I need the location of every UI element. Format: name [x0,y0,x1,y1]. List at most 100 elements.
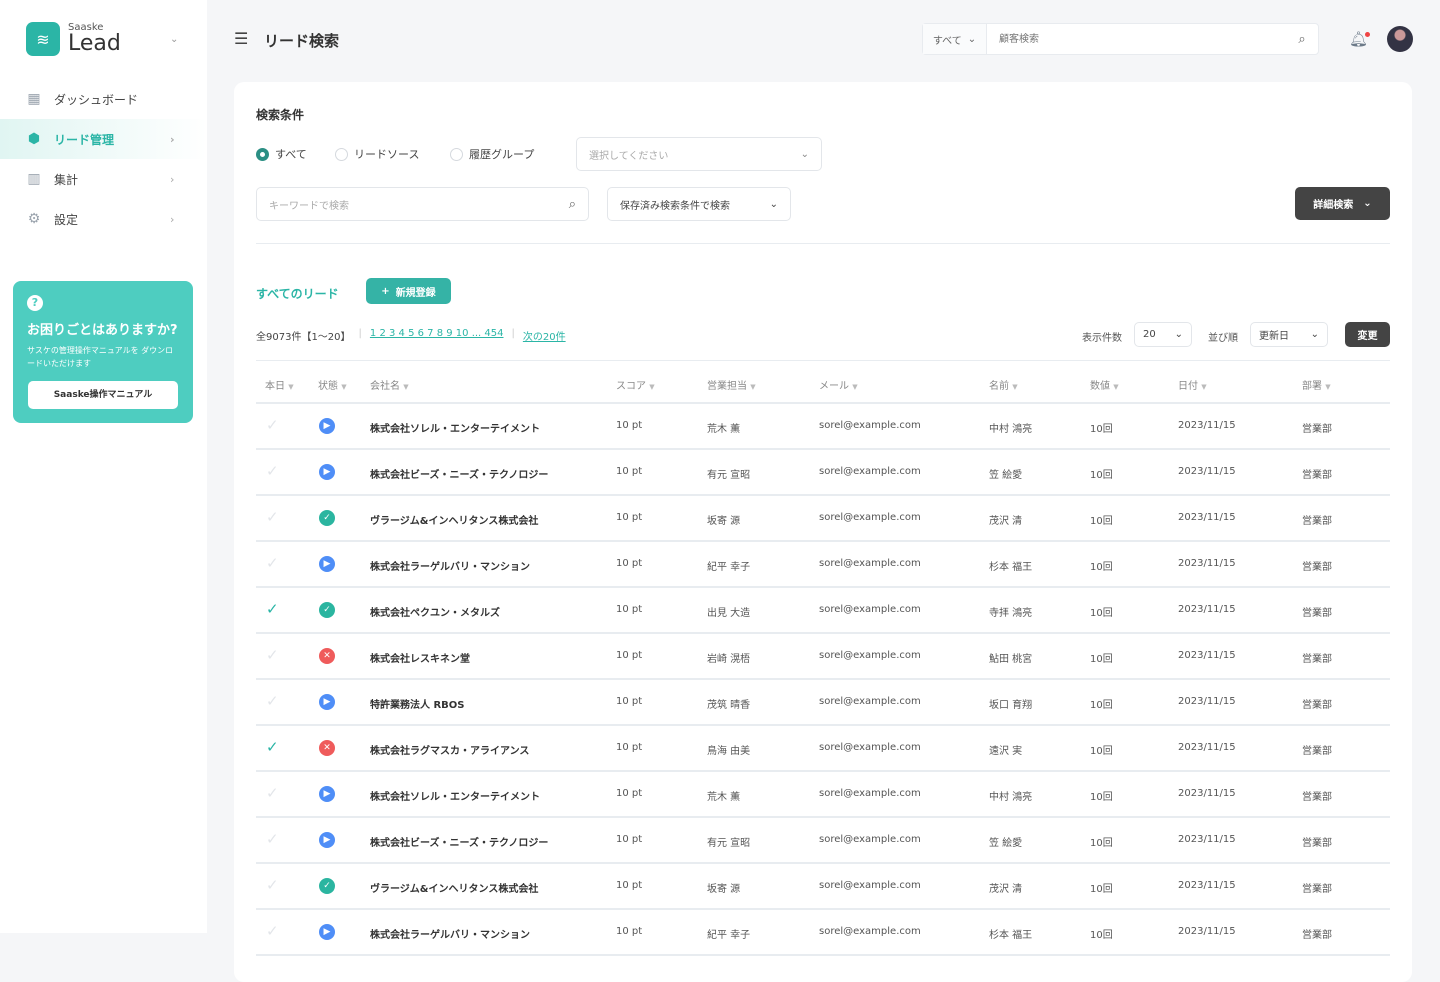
today-check-icon[interactable]: ✓ [266,462,279,480]
chevron-down-icon[interactable]: ⌄ [170,34,178,45]
today-check-icon[interactable]: ✓ [266,922,279,940]
table-row[interactable]: ✓ ▶ 株式会社ビーズ・ニーズ・テクノロジー 10 pt 有元 宣昭 sorel@exam… [256,818,1390,864]
avatar[interactable] [1387,26,1413,52]
sort-select[interactable]: 更新日 ⌄ [1250,322,1328,347]
today-check-icon[interactable]: ✓ [266,738,279,756]
cell-date: 2023/11/15 [1178,558,1236,569]
table-row[interactable]: ✓ ▶ 株式会社ラーゲルバリ・マンション 10 pt 紀平 幸子 sorel@exampl… [256,910,1390,956]
sort-label: 並び順 [1208,333,1238,344]
column-header[interactable]: 日付 ▼ [1178,377,1207,392]
cell-company[interactable]: 株式会社ラーゲルバリ・マンション [370,558,530,573]
saved-search-select[interactable]: 保存済み検索条件で検索 ⌄ [607,187,791,221]
column-header[interactable]: 名前 ▼ [989,377,1018,392]
help-text: サスケの管理操作マニュアルを ダウンロードいただけます [27,346,174,368]
cell-company[interactable]: 特許業務法人 RBOS [370,696,465,711]
advanced-search-button[interactable]: 詳細検索 ⌄ [1295,187,1390,220]
search-category-value: すべて [932,35,962,47]
column-header[interactable]: 営業担当 ▼ [707,377,756,392]
table-header: 本日 ▼ 状態 ▼ 会社名 ▼ スコア ▼ 営業担当 ▼ メール ▼ 名前 ▼ 数値 ▼ 日付 … [256,360,1390,404]
new-lead-button[interactable]: + 新規登録 [366,278,451,304]
column-header[interactable]: 数値 ▼ [1090,377,1119,392]
per-page-label: 表示件数 [1082,333,1122,344]
cell-company[interactable]: ヴラージム&インヘリタンス株式会社 [370,512,538,527]
table-row[interactable]: ✓ ▶ 株式会社ビーズ・ニーズ・テクノロジー 10 pt 有元 宣昭 sorel@exam… [256,450,1390,496]
cell-date: 2023/11/15 [1178,420,1236,431]
pagination-links[interactable]: 1 2 3 4 5 6 7 8 9 10 ... 454 [370,328,504,343]
cell-company[interactable]: 株式会社ラグマスカ・アライアンス [370,742,529,757]
today-check-icon[interactable]: ✓ [266,416,279,434]
cell-company[interactable]: 株式会社ソレル・エンターテイメント [370,420,540,435]
app-logo[interactable]: ≋ Saaske Lead [26,22,121,56]
sidebar-item-leads[interactable]: ⬢ リード管理 › [0,119,207,159]
bar-chart-icon: ▥ [27,171,41,187]
today-check-icon[interactable]: ✓ [266,646,279,664]
cell-count: 10回 [1090,562,1113,573]
search-conditions-title: 検索条件 [256,108,305,122]
today-check-icon[interactable]: ✓ [266,876,279,894]
customer-search-input[interactable] [987,24,1286,54]
today-check-icon[interactable]: ✓ [266,692,279,710]
cell-company[interactable]: 株式会社ラーゲルバリ・マンション [370,926,530,941]
cell-dept: 営業部 [1302,884,1332,895]
cell-score: 10 pt [616,420,643,431]
column-header[interactable]: 会社名 ▼ [370,377,409,392]
sort-caret-icon: ▼ [649,383,655,391]
radio-all[interactable]: すべて [256,146,307,162]
sidebar-item-settings[interactable]: ⚙ 設定 › [0,199,207,239]
cell-company[interactable]: 株式会社ペクユン・メタルズ [370,604,500,619]
today-check-icon[interactable]: ✓ [266,600,279,618]
today-check-icon[interactable]: ✓ [266,508,279,526]
chevron-right-icon: › [170,132,175,146]
cell-name: 中村 鴻亮 [989,424,1033,435]
table-row[interactable]: ✓ ▶ 特許業務法人 RBOS 10 pt 茂筑 晴香 sorel@example.com… [256,680,1390,726]
apply-button[interactable]: 変更 [1345,322,1390,347]
cell-name: 茂沢 清 [989,884,1023,895]
sidebar-item-dashboard[interactable]: ▦ ダッシュボード [0,79,207,119]
cell-company[interactable]: 株式会社ビーズ・ニーズ・テクノロジー [370,466,548,481]
new-lead-label: 新規登録 [395,287,436,299]
group-select[interactable]: 選択してください ⌄ [576,137,822,171]
cell-company[interactable]: 株式会社レスキネン堂 [370,650,470,665]
cell-email: sorel@example.com [819,696,921,707]
search-category-select[interactable]: すべて ⌄ [923,24,987,54]
cell-company[interactable]: 株式会社ビーズ・ニーズ・テクノロジー [370,834,548,849]
column-header[interactable]: メール ▼ [819,377,858,392]
status-check-icon: ✓ [319,602,335,618]
help-card: ? お困りごとはありますか? サスケの管理操作マニュアルを ダウンロードいただけ… [13,281,193,423]
cell-email: sorel@example.com [819,420,921,431]
radio-unchecked-icon [450,147,463,161]
manual-download-button[interactable]: Saaske操作マニュアル [28,381,178,409]
column-header[interactable]: 部署 ▼ [1302,377,1331,392]
per-page-select[interactable]: 20 ⌄ [1134,322,1192,347]
column-header[interactable]: スコア ▼ [616,377,655,392]
search-icon[interactable]: ⌕ [1286,24,1318,54]
sidebar-item-reports[interactable]: ▥ 集計 › [0,159,207,199]
cell-dept: 営業部 [1302,470,1332,481]
cell-score: 10 pt [616,696,643,707]
today-check-icon[interactable]: ✓ [266,554,279,572]
table-row[interactable]: ✓ ▶ 株式会社ソレル・エンターテイメント 10 pt 荒木 薫 sorel@exampl… [256,404,1390,450]
column-header[interactable]: 本日 ▼ [265,377,294,392]
cell-name: 杉本 福王 [989,562,1033,573]
next-page-link[interactable]: 次の20件 [523,328,566,343]
table-row[interactable]: ✓ ✓ 株式会社ペクユン・メタルズ 10 pt 出見 大造 sorel@example.c… [256,588,1390,634]
table-row[interactable]: ✓ ▶ 株式会社ソレル・エンターテイメント 10 pt 荒木 薫 sorel@exampl… [256,772,1390,818]
column-header[interactable]: 状態 ▼ [318,377,347,392]
radio-history-group[interactable]: 履歴グループ [450,146,534,162]
cell-company[interactable]: 株式会社ソレル・エンターテイメント [370,788,540,803]
hamburger-menu-icon[interactable]: ☰ [234,29,248,48]
today-check-icon[interactable]: ✓ [266,784,279,802]
table-row[interactable]: ✓ ✓ ヴラージム&インヘリタンス株式会社 10 pt 坂寄 源 sorel@exampl… [256,496,1390,542]
table-row[interactable]: ✓ ✓ ヴラージム&インヘリタンス株式会社 10 pt 坂寄 源 sorel@exampl… [256,864,1390,910]
table-row[interactable]: ✓ ✕ 株式会社ラグマスカ・アライアンス 10 pt 鳥海 由美 sorel@exampl… [256,726,1390,772]
cell-dept: 営業部 [1302,700,1332,711]
table-row[interactable]: ✓ ✕ 株式会社レスキネン堂 10 pt 岩崎 滉梧 sorel@example.com 鮎… [256,634,1390,680]
status-play-icon: ▶ [319,418,335,434]
table-row[interactable]: ✓ ▶ 株式会社ラーゲルバリ・マンション 10 pt 紀平 幸子 sorel@exampl… [256,542,1390,588]
list-title: すべてのリード [256,287,339,301]
radio-lead-source[interactable]: リードソース [335,146,419,162]
sort-caret-icon: ▼ [403,383,409,391]
today-check-icon[interactable]: ✓ [266,830,279,848]
cell-company[interactable]: ヴラージム&インヘリタンス株式会社 [370,880,538,895]
keyword-search-input[interactable]: キーワードで検索 ⌕ [256,187,589,221]
